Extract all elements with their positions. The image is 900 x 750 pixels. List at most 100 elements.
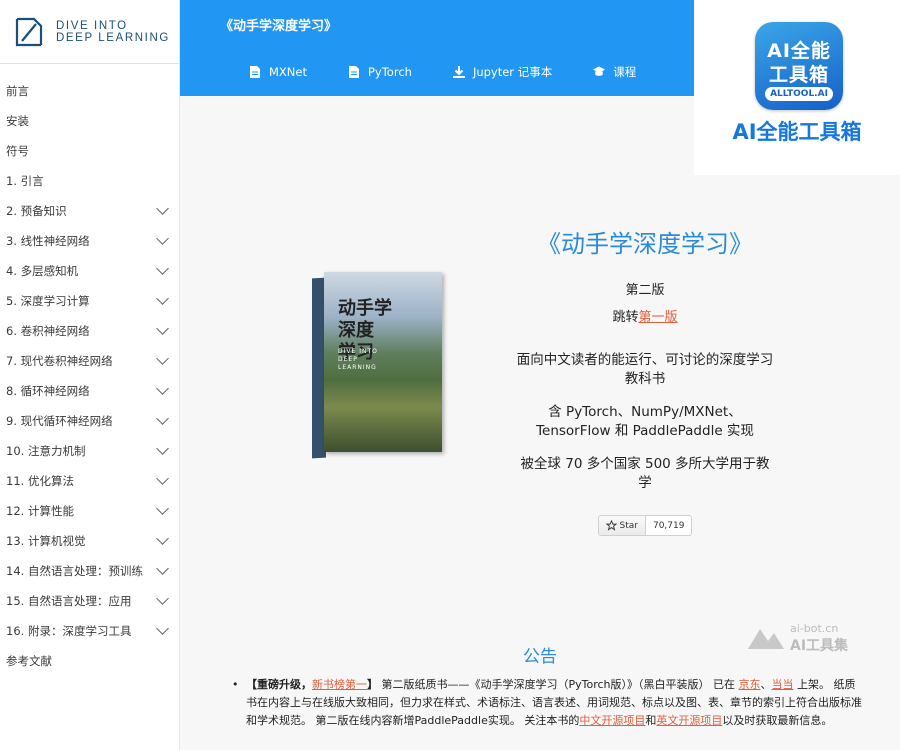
- announcement-text-1: 第二版纸质书——《动手学深度学习（PyTorch版）》（黑白平装版） 已在: [378, 678, 739, 691]
- sidebar-item[interactable]: 10. 注意力机制: [0, 436, 179, 466]
- logo-line1: DIVE INTO: [56, 19, 128, 32]
- sidebar-item-label: 14. 自然语言处理：预训练: [6, 564, 143, 578]
- announcement-text-4: 和: [645, 714, 657, 727]
- file-icon: [248, 65, 262, 79]
- announcement-text-2: 、: [760, 678, 772, 691]
- watermark-line1: ai-bot.cn: [790, 622, 839, 635]
- sidebar-item-label: 符号: [6, 144, 29, 158]
- chevron-down-icon[interactable]: [156, 352, 169, 365]
- announcement-title: 公告: [523, 647, 557, 667]
- alltool-app-icon: AI全能 工具箱 ALLTOOL.AI: [755, 22, 843, 110]
- sidebar-item[interactable]: 符号: [0, 136, 179, 166]
- chevron-down-icon[interactable]: [156, 322, 169, 335]
- header-nav: MXNet PyTorch Jupyter 记事本 课程: [248, 56, 676, 88]
- sidebar-item-label: 15. 自然语言处理：应用: [6, 594, 132, 608]
- chevron-down-icon[interactable]: [156, 232, 169, 245]
- sidebar-item-label: 12. 计算性能: [6, 504, 74, 518]
- star-count[interactable]: 70,719: [645, 516, 692, 535]
- sidebar-item-label: 5. 深度学习计算: [6, 294, 90, 308]
- sidebar-item[interactable]: 11. 优化算法: [0, 466, 179, 496]
- sidebar-item[interactable]: 16. 附录：深度学习工具: [0, 616, 179, 646]
- site-logo[interactable]: DIVE INTO DEEP LEARNING: [0, 0, 179, 64]
- download-icon: [452, 65, 466, 79]
- sidebar-item[interactable]: 安装: [0, 106, 179, 136]
- sidebar-item[interactable]: 3. 线性神经网络: [0, 226, 179, 256]
- sidebar-item[interactable]: 2. 预备知识: [0, 196, 179, 226]
- sidebar-item[interactable]: 12. 计算性能: [0, 496, 179, 526]
- announcement-text-5: 以及时获取最新信息。: [722, 714, 833, 727]
- announcement-body: • 【重磅升级，新书榜第一】 第二版纸质书——《动手学深度学习（PyTorch版…: [232, 676, 862, 730]
- sidebar-item-label: 11. 优化算法: [6, 474, 74, 488]
- book-cover-image: 动手学 深度 学习 DIVE INTO DEEP LEARNING: [312, 272, 442, 459]
- sidebar-item[interactable]: 参考文献: [0, 646, 179, 676]
- hero-adoption: 被全球 70 多个国家 500 多所大学用于教学: [520, 456, 770, 491]
- chevron-down-icon[interactable]: [156, 472, 169, 485]
- header-nav-label: PyTorch: [368, 65, 412, 79]
- sidebar-item[interactable]: 13. 计算机视觉: [0, 526, 179, 556]
- github-star-widget[interactable]: Star 70,719: [597, 515, 693, 536]
- hero-jump-prefix: 跳转: [612, 310, 639, 325]
- english-project-link[interactable]: 英文开源项目: [656, 714, 722, 727]
- chinese-project-link[interactable]: 中文开源项目: [579, 714, 645, 727]
- sidebar-item[interactable]: 8. 循环神经网络: [0, 376, 179, 406]
- hero-jump: 跳转第一版: [510, 306, 780, 325]
- sidebar-item[interactable]: 1. 引言: [0, 166, 179, 196]
- graduation-cap-icon: [592, 65, 606, 79]
- chevron-down-icon[interactable]: [156, 532, 169, 545]
- dangdang-link[interactable]: 当当: [772, 678, 794, 691]
- sidebar-item-label: 6. 卷积神经网络: [6, 324, 90, 338]
- sidebar-item[interactable]: 14. 自然语言处理：预训练: [0, 556, 179, 586]
- chevron-down-icon[interactable]: [156, 262, 169, 275]
- sidebar-item[interactable]: 5. 深度学习计算: [0, 286, 179, 316]
- hero-title: 《动手学深度学习》: [537, 230, 753, 258]
- hero-description: 面向中文读者的能运行、可讨论的深度学习教科书: [516, 352, 774, 387]
- chevron-down-icon[interactable]: [156, 622, 169, 635]
- chevron-down-icon[interactable]: [156, 592, 169, 605]
- sidebar-item[interactable]: 15. 自然语言处理：应用: [0, 586, 179, 616]
- first-edition-link[interactable]: 第一版: [639, 310, 678, 325]
- chevron-down-icon[interactable]: [156, 412, 169, 425]
- sidebar-item[interactable]: 6. 卷积神经网络: [0, 316, 179, 346]
- sidebar-item[interactable]: 前言: [0, 76, 179, 106]
- sidebar-item-label: 安装: [6, 114, 29, 128]
- sidebar-item-label: 9. 现代循环神经网络: [6, 414, 113, 428]
- bestseller-link[interactable]: 新书榜第一: [312, 678, 367, 691]
- announcement-bold-open: 【重磅升级，: [246, 678, 312, 691]
- chevron-down-icon[interactable]: [156, 502, 169, 515]
- sidebar-item-label: 前言: [6, 84, 29, 98]
- header-nav-label: 课程: [613, 65, 637, 79]
- sidebar-item[interactable]: 9. 现代循环神经网络: [0, 406, 179, 436]
- sidebar-item-label: 16. 附录：深度学习工具: [6, 624, 132, 638]
- badge-icon-line1: AI全能: [767, 40, 831, 62]
- header-nav-pytorch[interactable]: PyTorch: [347, 65, 412, 79]
- sidebar-item[interactable]: 4. 多层感知机: [0, 256, 179, 286]
- chevron-down-icon[interactable]: [156, 442, 169, 455]
- alltool-badge[interactable]: AI全能 工具箱 ALLTOOL.AI AI全能工具箱: [694, 0, 900, 175]
- sidebar-item-label: 3. 线性神经网络: [6, 234, 90, 248]
- sidebar: DIVE INTO DEEP LEARNING 前言安装符号 1. 引言 2. 预备…: [0, 0, 180, 750]
- sidebar-item-label: 7. 现代卷积神经网络: [6, 354, 113, 368]
- sidebar-item-label: 参考文献: [6, 654, 52, 668]
- header-nav-jupyter[interactable]: Jupyter 记事本: [452, 64, 552, 80]
- sidebar-item-label: 13. 计算机视觉: [6, 534, 86, 548]
- jd-link[interactable]: 京东: [739, 678, 761, 691]
- sidebar-item-label: 10. 注意力机制: [6, 444, 86, 458]
- main-content: 动手学 深度 学习 DIVE INTO DEEP LEARNING 《动手学深度学习》 …: [180, 96, 900, 750]
- sidebar-item[interactable]: 7. 现代卷积神经网络: [0, 346, 179, 376]
- github-star-button[interactable]: Star: [598, 516, 646, 535]
- header-nav-课程[interactable]: 课程: [592, 64, 636, 80]
- hero: 《动手学深度学习》 第二版 跳转第一版 面向中文读者的能运行、可讨论的深度学习教…: [510, 224, 780, 536]
- star-icon: [605, 520, 617, 531]
- chevron-down-icon[interactable]: [156, 562, 169, 575]
- sidebar-nav: 前言安装符号 1. 引言 2. 预备知识 3. 线性神经网络 4. 多层感知机 5. 深度…: [0, 64, 179, 676]
- chevron-down-icon[interactable]: [156, 382, 169, 395]
- hero-frameworks: 含 PyTorch、NumPy/MXNet、TensorFlow 和 Paddl…: [536, 404, 754, 439]
- sidebar-item-label: 8. 循环神经网络: [6, 384, 90, 398]
- header-nav-mxnet[interactable]: MXNet: [248, 65, 307, 79]
- star-label: Star: [619, 520, 638, 531]
- logo-mark-icon: [15, 17, 43, 46]
- chevron-down-icon[interactable]: [156, 292, 169, 305]
- logo-text: DIVE INTO DEEP LEARNING: [56, 20, 170, 44]
- header-title[interactable]: 《动手学深度学习》: [220, 15, 337, 34]
- chevron-down-icon[interactable]: [156, 202, 169, 215]
